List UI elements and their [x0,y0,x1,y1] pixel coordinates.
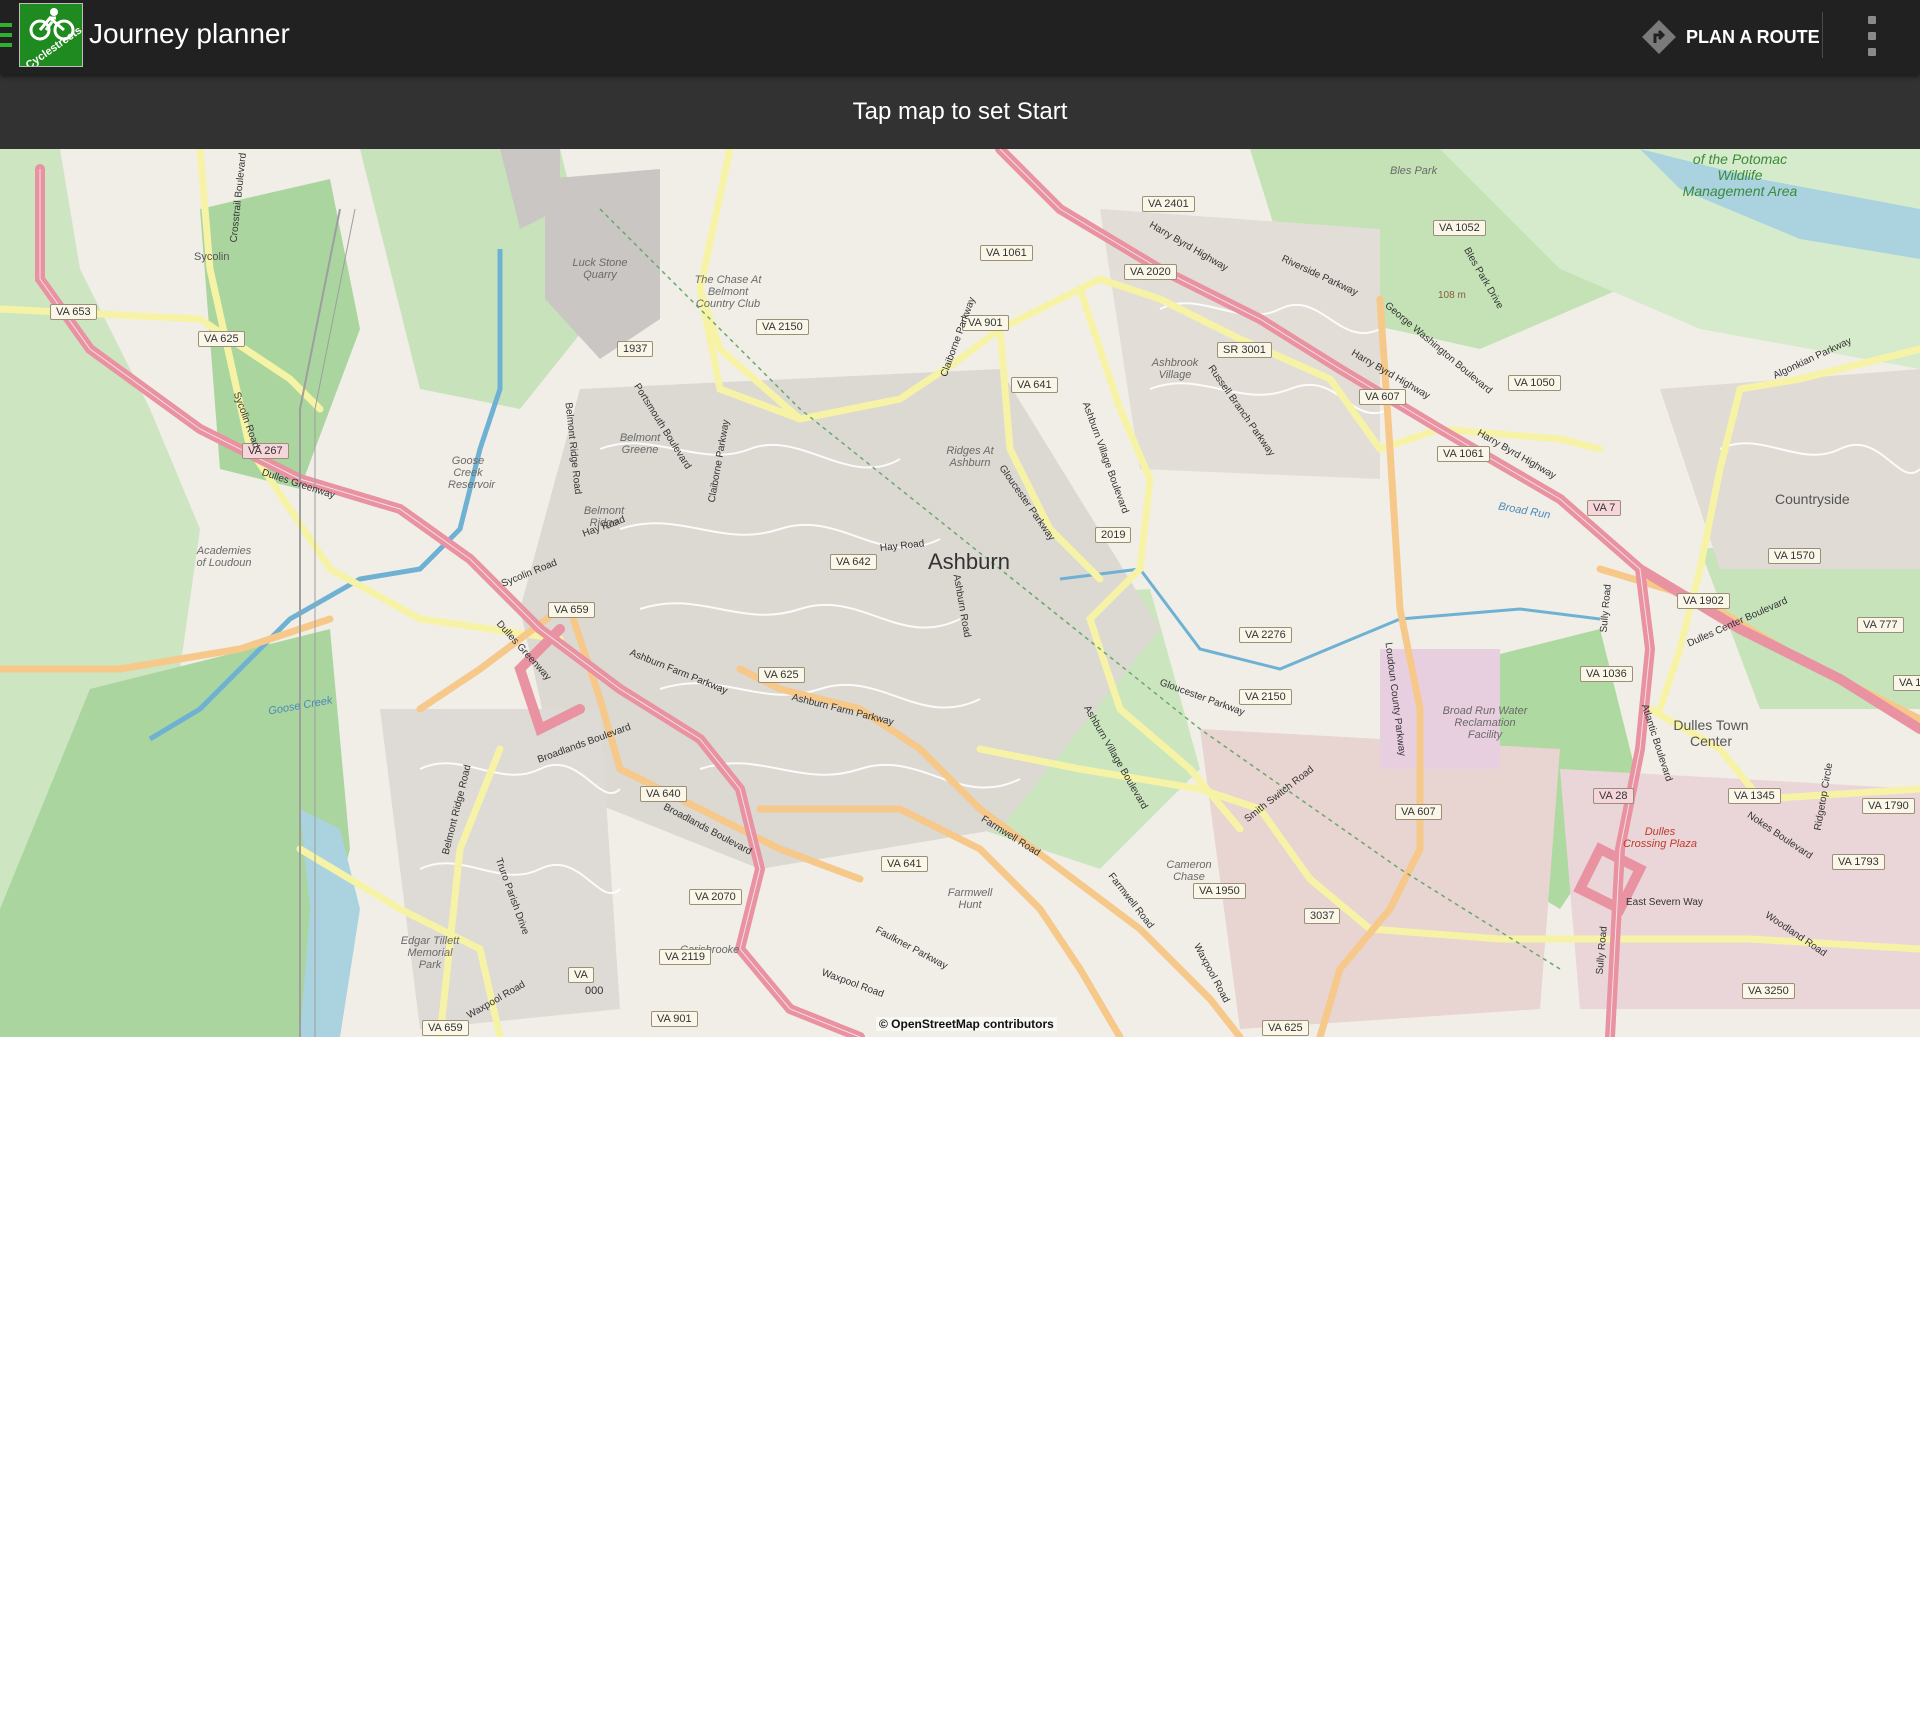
map-view[interactable]: Ashburn Countryside Dulles Town Center o… [0,149,1920,1037]
place-ashbrook: Ashbrook Village [1151,357,1199,381]
place-chase-belmont: The Chase At Belmont Country Club [694,274,762,310]
shield-va2119: VA 2119 [659,949,711,965]
shield-3037: 3037 [1304,908,1341,924]
road-east-severn: East Severn Way [1626,897,1703,908]
place-edgar-tillett: Edgar Tillett Memorial Park [400,935,460,971]
place-dulles-crossing: Dulles Crossing Plaza [1623,826,1697,850]
shield-va625-mid: VA 625 [758,667,805,683]
place-cameron-chase: Cameron Chase [1166,859,1212,883]
shield-va1-cut: VA 1 [1893,675,1920,691]
place-goose-reservoir: Goose Creek Reservoir [448,455,496,491]
shield-va625-south: VA 625 [1262,1020,1309,1036]
place-ashburn: Ashburn [928,549,1010,574]
shield-va1570: VA 1570 [1768,548,1821,564]
shield-sr3001: SR 3001 [1217,342,1272,358]
place-broad-run-facility: Broad Run Water Reclamation Facility [1442,705,1528,741]
plan-route-button[interactable]: PLAN A ROUTE [1640,10,1820,64]
shield-va777: VA 777 [1857,617,1904,633]
shield-va1036: VA 1036 [1580,666,1633,682]
plan-route-label: PLAN A ROUTE [1686,26,1820,47]
shield-va1345: VA 1345 [1728,788,1781,804]
shield-va1052: VA 1052 [1433,220,1486,236]
shield-va2401: VA 2401 [1142,196,1195,212]
shield-va653: VA 653 [50,304,97,320]
shield-va607-south: VA 607 [1395,804,1442,820]
place-bles-park: Bles Park [1390,165,1438,177]
app-logo[interactable]: Cyclestreets [19,3,83,67]
action-bar: Cyclestreets Journey planner PLAN A ROUT… [0,0,1920,74]
shield-va1050: VA 1050 [1508,375,1561,391]
shield-va659-south: VA 659 [422,1020,469,1036]
more-vert-icon[interactable] [1862,16,1882,56]
shield-va2070: VA 2070 [689,889,742,905]
shield-va3250: VA 3250 [1742,983,1795,999]
hint-text: Tap map to set Start [852,97,1068,125]
shield-va1061: VA 1061 [980,245,1033,261]
place-countryside: Countryside [1775,491,1850,507]
place-ridges-ashburn: Ridges At Ashburn [946,445,994,469]
action-divider [1822,12,1823,58]
place-sycolin: Sycolin [194,251,230,263]
elevation-label: 108 m [1438,290,1466,301]
place-dulles-town-center: Dulles Town Center [1673,717,1749,749]
shield-va641: VA 641 [1011,377,1058,393]
shield-va640: VA 640 [640,786,687,802]
shield-000: 000 [585,985,604,997]
place-luck-stone: Luck Stone Quarry [572,257,628,281]
shield-va642: VA 642 [830,554,877,570]
menu-drawer-icon[interactable] [0,23,14,49]
place-potomac: of the Potomac Wildlife Management Area [1682,151,1798,199]
hint-bar: Tap map to set Start [0,74,1920,149]
shield-va2276: VA 2276 [1239,627,1292,643]
shield-va7: VA 7 [1587,500,1622,516]
route-diamond-icon [1642,20,1676,54]
map-attribution[interactable]: © OpenStreetMap contributors [876,1017,1057,1031]
shield-va607: VA 607 [1359,389,1406,405]
shield-va2150-south: VA 2150 [1239,689,1292,705]
shield-va1950: VA 1950 [1193,883,1246,899]
place-farmwell-hunt: Farmwell Hunt [947,887,993,911]
shield-va-cut: VA [568,967,594,983]
shield-va1790: VA 1790 [1862,798,1915,814]
place-belmont-greene: Belmont Greene [619,432,661,456]
shield-va1793: VA 1793 [1832,854,1885,870]
page-title: Journey planner [89,18,290,49]
shield-va2020: VA 2020 [1124,264,1177,280]
place-academies: Academies of Loudoun [196,545,252,569]
shield-va28: VA 28 [1593,788,1634,804]
shield-va1902: VA 1902 [1677,593,1730,609]
shield-va641-south: VA 641 [881,856,928,872]
shield-va659: VA 659 [548,602,595,618]
shield-va2150: VA 2150 [756,319,809,335]
shield-2019: 2019 [1095,527,1132,543]
shield-va1061-east: VA 1061 [1437,446,1490,462]
shield-va625: VA 625 [198,331,245,347]
shield-1937: 1937 [617,341,654,357]
shield-va901-south: VA 901 [651,1011,698,1027]
